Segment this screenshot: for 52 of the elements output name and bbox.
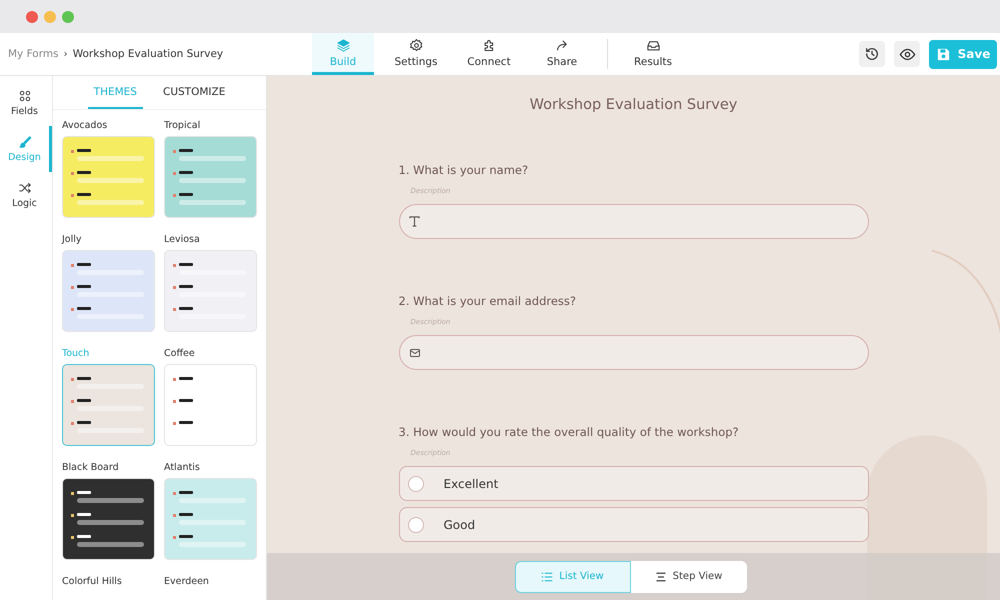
preview-button[interactable]: [894, 41, 920, 67]
theme-name: Avocados: [62, 120, 108, 131]
history-button[interactable]: [859, 41, 885, 67]
breadcrumb-separator: ›: [64, 48, 68, 60]
radio-button[interactable]: [408, 516, 424, 532]
input-field[interactable]: [398, 335, 868, 370]
option-label: Excellent: [444, 476, 498, 490]
theme-name: Coffee: [164, 348, 196, 359]
theme-name: Touch: [62, 348, 90, 359]
shuffle-icon: [18, 182, 30, 194]
theme-name: Tropical: [164, 120, 202, 131]
breadcrumb-link[interactable]: My Forms: [8, 48, 59, 60]
sidebar-item[interactable]: Fields: [0, 80, 52, 126]
question-label: 1. What is your name?: [398, 163, 530, 177]
form-title: Workshop Evaluation Survey: [528, 97, 738, 113]
option-label: Good: [444, 518, 476, 532]
settings-icon: [410, 38, 422, 51]
layers-icon: [336, 38, 350, 52]
theme-name: Everdeen: [164, 576, 210, 587]
history-icon: [864, 46, 880, 62]
close-window-button[interactable]: [26, 10, 38, 22]
steps-icon: [654, 570, 667, 582]
question-label: 3. How would you rate the overall quality of the workshop?: [398, 425, 740, 439]
minimize-window-button[interactable]: [44, 10, 56, 22]
mail-icon: [408, 346, 420, 358]
nav-tab[interactable]: Share: [531, 33, 593, 75]
theme-name: Colorful Hills: [62, 576, 123, 587]
choice-option[interactable]: Excellent: [398, 466, 868, 501]
choice-option[interactable]: Good: [398, 507, 868, 542]
nav-tab[interactable]: Connect: [458, 33, 520, 75]
save-icon: [936, 46, 951, 62]
maximize-window-button[interactable]: [62, 10, 74, 22]
sidebar-item[interactable]: Logic: [0, 172, 52, 218]
theme-name: Black Board: [62, 462, 120, 473]
list-icon: [541, 570, 554, 582]
theme-name: Jolly: [62, 234, 83, 245]
nav-tab[interactable]: Results: [622, 33, 684, 75]
question-label: 2. What is your email address?: [398, 294, 578, 308]
share-icon: [556, 40, 566, 50]
text-icon: [408, 216, 420, 227]
inbox-icon: [646, 40, 660, 50]
view-toggle-button[interactable]: Step View: [630, 560, 746, 592]
input-field[interactable]: [398, 204, 868, 239]
nav-tab[interactable]: Settings: [385, 33, 447, 75]
grid-icon: [19, 90, 30, 102]
panel-tab[interactable]: CUSTOMIZE: [156, 76, 232, 109]
theme-name: Leviosa: [164, 234, 201, 245]
brush-icon: [18, 136, 31, 148]
radio-button[interactable]: [408, 476, 424, 492]
breadcrumb-current: Workshop Evaluation Survey: [72, 48, 224, 60]
puzzle-icon: [484, 40, 493, 50]
theme-name: Atlantis: [164, 462, 201, 473]
